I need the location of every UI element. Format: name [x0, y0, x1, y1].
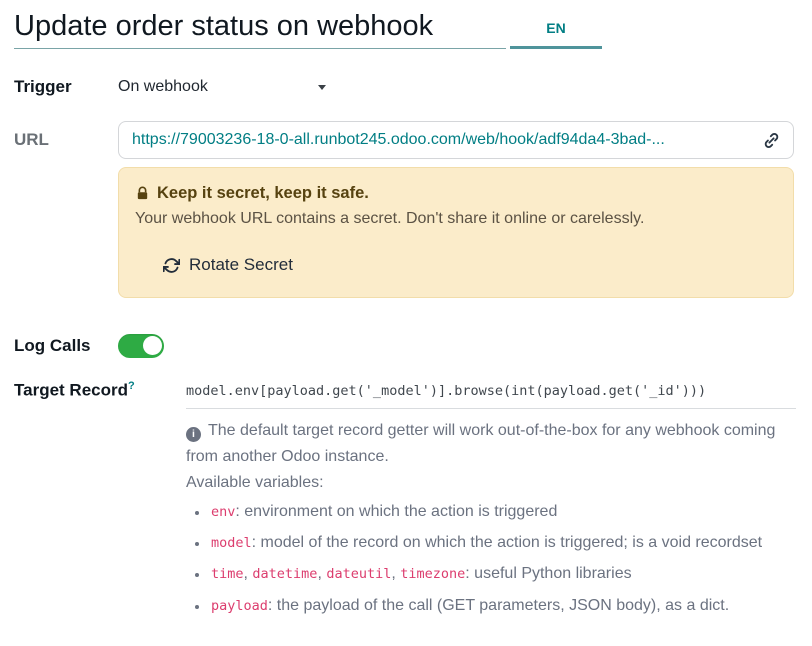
url-row: URL https://79003236-18-0-all.runbot245.…: [14, 121, 796, 159]
rotate-secret-label: Rotate Secret: [189, 255, 293, 275]
warning-title: Keep it secret, keep it safe.: [157, 184, 369, 203]
url-input[interactable]: https://79003236-18-0-all.runbot245.odoo…: [118, 121, 794, 159]
help-intro: iThe default target record getter will w…: [186, 418, 796, 471]
header: Update order status on webhook EN: [14, 10, 796, 49]
info-circle-icon: i: [186, 427, 201, 442]
warning-title-row: Keep it secret, keep it safe.: [135, 184, 775, 203]
url-value: https://79003236-18-0-all.runbot245.odoo…: [132, 131, 753, 149]
refresh-icon: [163, 257, 180, 274]
rotate-secret-button[interactable]: Rotate Secret: [163, 255, 293, 275]
available-variables-heading: Available variables:: [186, 470, 796, 496]
url-label: URL: [14, 130, 118, 150]
toggle-knob: [143, 336, 162, 355]
log-calls-toggle[interactable]: [118, 334, 164, 358]
language-badge[interactable]: EN: [510, 20, 602, 49]
webhook-automation-form: Update order status on webhook EN Trigge…: [0, 0, 812, 619]
variable-item-env: env: environment on which the action is …: [209, 499, 796, 525]
warning-body: Your webhook URL contains a secret. Don'…: [135, 210, 775, 228]
target-record-row: Target Record? model.env[payload.get('_m…: [14, 380, 796, 409]
log-calls-label: Log Calls: [14, 336, 118, 356]
trigger-label: Trigger: [14, 77, 118, 97]
record-title-input[interactable]: Update order status on webhook: [14, 10, 506, 49]
trigger-selected-value: On webhook: [118, 78, 208, 96]
target-record-code-input[interactable]: model.env[payload.get('_model')].browse(…: [186, 380, 796, 409]
secret-warning-alert: Keep it secret, keep it safe. Your webho…: [118, 167, 794, 298]
chevron-down-icon: [318, 85, 326, 90]
help-question-mark[interactable]: ?: [128, 380, 135, 392]
lock-icon: [135, 186, 150, 201]
target-record-label: Target Record?: [14, 380, 186, 401]
variables-list: env: environment on which the action is …: [186, 499, 796, 620]
variable-item-payload: payload: the payload of the call (GET pa…: [209, 593, 796, 619]
variable-item-libraries: time, datetime, dateutil, timezone: usef…: [209, 561, 796, 587]
trigger-row: Trigger On webhook: [14, 77, 796, 97]
variable-item-model: model: model of the record on which the …: [209, 530, 796, 556]
link-icon[interactable]: [763, 132, 780, 149]
trigger-select[interactable]: On webhook: [118, 78, 326, 96]
log-calls-row: Log Calls: [14, 334, 796, 358]
field-help-text: iThe default target record getter will w…: [186, 418, 796, 620]
